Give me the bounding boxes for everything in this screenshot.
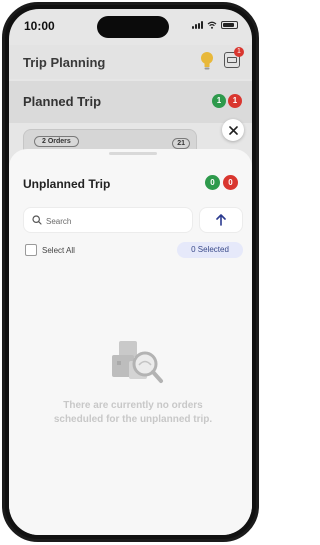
close-button[interactable] <box>222 119 244 141</box>
selected-count-badge: 0 Selected <box>177 242 243 258</box>
unplanned-green-count: 0 <box>205 175 220 190</box>
status-bar: 10:00 <box>9 9 252 45</box>
select-all[interactable]: Select All <box>25 244 75 256</box>
status-time: 10:00 <box>24 19 55 33</box>
dynamic-island <box>97 16 169 38</box>
unplanned-trip-sheet: Unplanned Trip 0 0 Select All 0 Selected <box>9 149 252 535</box>
battery-icon <box>221 21 238 29</box>
orders-chip: 2 Orders <box>34 136 79 147</box>
planned-green-count: 1 <box>212 94 226 108</box>
planned-trip-title: Planned Trip <box>23 94 102 109</box>
trip-number-chip: 21 <box>172 138 190 149</box>
notification-badge: 1 <box>234 47 244 57</box>
sort-button[interactable] <box>199 207 243 233</box>
sheet-grabber[interactable] <box>109 152 157 155</box>
wifi-icon <box>207 21 217 29</box>
sheet-title: Unplanned Trip <box>23 177 111 191</box>
empty-orders-icon <box>112 341 163 383</box>
planned-red-count: 1 <box>228 94 242 108</box>
unplanned-red-count: 0 <box>223 175 238 190</box>
page-title: Trip Planning <box>23 55 106 70</box>
select-all-checkbox[interactable] <box>25 244 37 256</box>
app-header: Trip Planning 1 <box>9 45 252 79</box>
close-icon <box>228 125 238 135</box>
search-box[interactable] <box>23 207 193 233</box>
select-all-label: Select All <box>42 245 75 255</box>
planned-trip-header[interactable]: Planned Trip 1 1 <box>9 81 252 123</box>
status-icons <box>192 21 238 29</box>
arrow-up-icon <box>216 214 226 226</box>
search-input[interactable] <box>44 212 188 230</box>
lightbulb-icon[interactable] <box>200 51 214 71</box>
screen: 10:00 Trip Planning 1 Planned Trip 1 1 2… <box>9 9 252 535</box>
search-icon <box>32 215 42 225</box>
signal-icon <box>192 21 203 29</box>
phone-frame: 10:00 Trip Planning 1 Planned Trip 1 1 2… <box>2 2 259 542</box>
empty-state-message: There are currently no orders scheduled … <box>53 400 213 425</box>
